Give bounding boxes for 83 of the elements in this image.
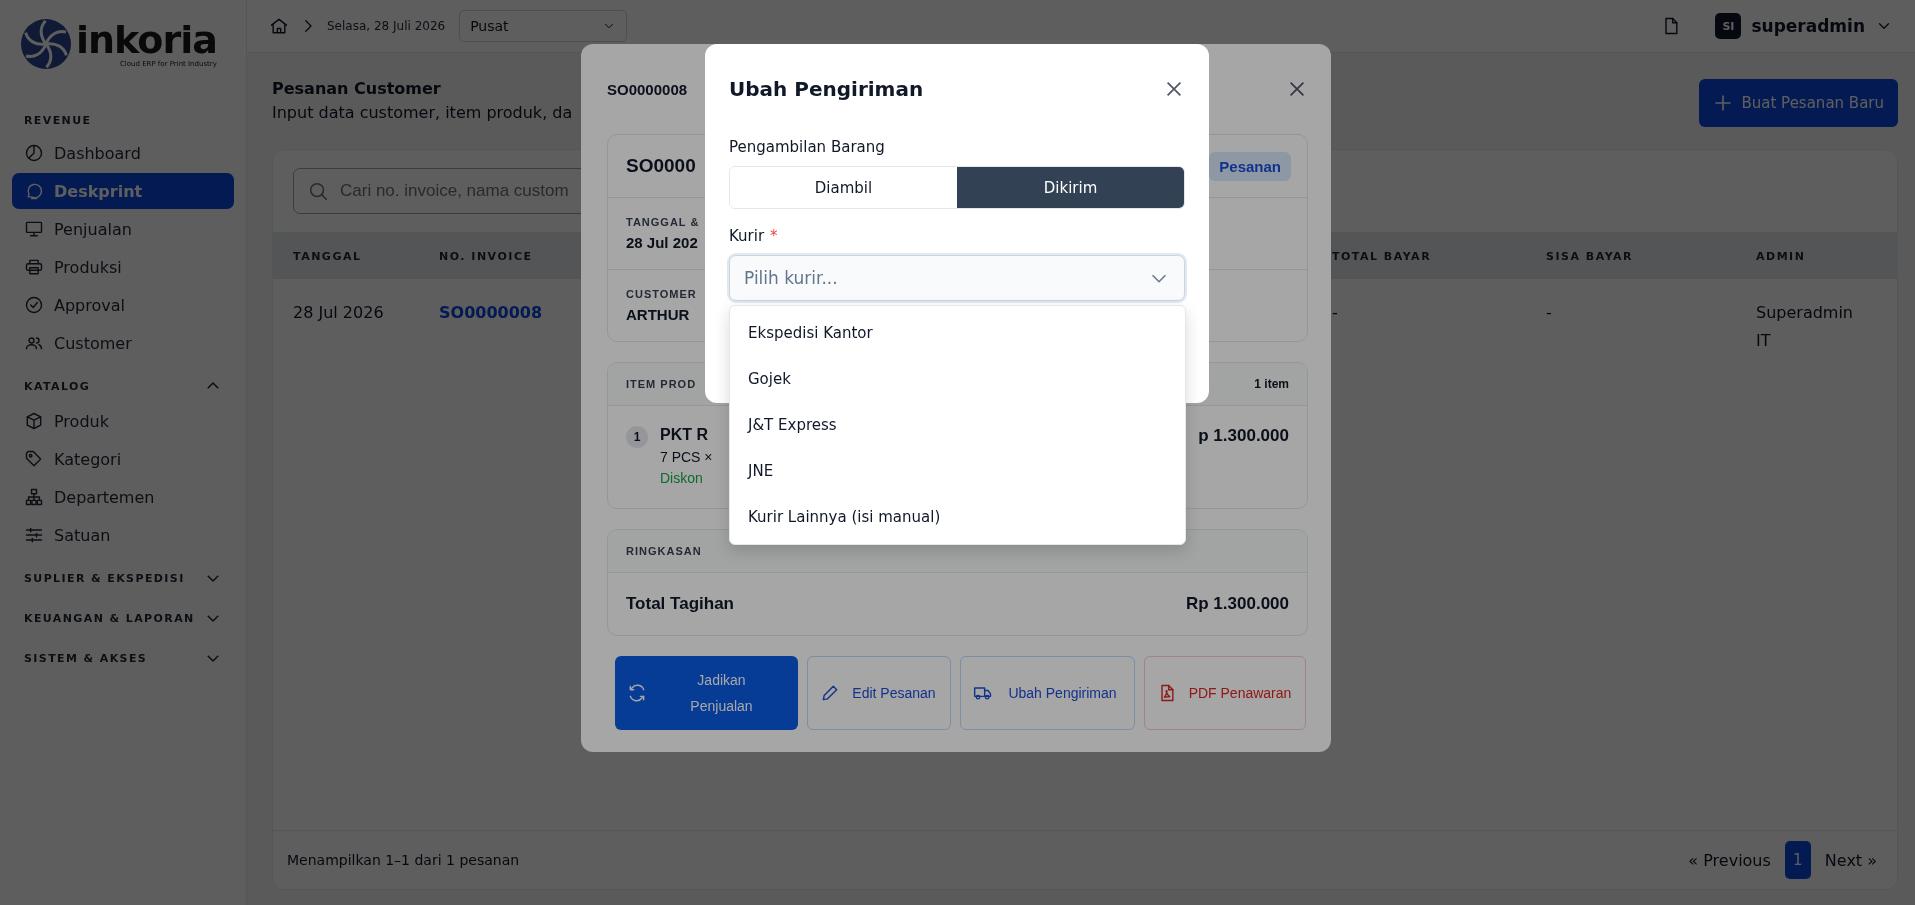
date-text: Selasa, 28 Juli 2026 [327,19,446,33]
table-cell-text: - [1546,302,1552,324]
item-discount: Diskon [660,470,703,486]
sidebar-item[interactable]: Produk [12,403,234,439]
field-label: CUSTOMER [626,288,697,300]
username[interactable]: superadmin [1751,16,1865,36]
table-cell-text: 28 Jul 2026 [293,302,384,324]
home-icon [269,16,289,36]
item-quantity: 7 PCS × [660,449,713,465]
section-heading: KEUANGAN & LAPORAN [24,611,195,625]
section-heading: SUPLIER & EKSPEDISI [24,571,185,585]
cube-icon [24,411,44,431]
pagination-summary: Menampilkan 1–1 dari 1 pesanan [287,852,520,868]
sidebar-item[interactable]: Dashboard [12,135,234,171]
logo-wordmark: inkoria [76,20,217,59]
sidebar-item[interactable]: Satuan [12,517,234,553]
sidebar-item[interactable]: Approval [12,287,234,323]
field-value: ARTHUR [626,306,690,323]
status-badge: Pesanan [1209,151,1291,181]
courier-option[interactable]: Kurir Lainnya (isi manual) [730,494,1185,540]
sidebar-item[interactable]: Deskprint [12,173,234,209]
invoice-link[interactable]: SO0000008 [439,299,543,327]
hierarchy-icon [24,487,44,507]
action-button[interactable]: Jadikan Penjualan [615,656,798,730]
section-heading: SISTEM & AKSES [24,651,148,665]
dialog-title: Ubah Pengiriman [729,77,924,101]
action-button[interactable]: PDF Penawaran [1144,656,1306,730]
section-label: ITEM PROD [626,378,697,390]
courier-option[interactable]: JNE [730,448,1185,494]
sidebar-item[interactable]: Kategori [12,441,234,477]
sidebar-item[interactable]: Customer [12,325,234,361]
item-number: 1 [626,426,648,448]
item-price: p 1.300.000 [1198,426,1289,446]
tag-icon [24,449,44,469]
table-cell-text: - [1332,302,1338,324]
dialog-title: SO0000008 [607,80,688,98]
branch-select[interactable]: Pusat [459,10,628,42]
courier-select[interactable]: Pilih kurir... [729,255,1185,301]
total-label: Total Tagihan [626,594,734,614]
total-value: Rp 1.300.000 [1186,594,1289,614]
previous-link[interactable]: « Previous [1688,850,1771,870]
page-number[interactable]: 1 [1784,841,1811,879]
field-value: 28 Jul 202 [626,234,698,251]
printer-icon [24,257,44,277]
next-link[interactable]: Next » [1824,850,1877,870]
action-button[interactable]: Ubah Pengiriman [960,656,1135,730]
column-header: NO. INVOICE [439,249,533,263]
field-label: Pengambilan Barang [729,138,885,156]
user-avatar[interactable]: SI [1715,13,1742,39]
required-mark: * [770,227,778,245]
page-subtitle: Input data customer, item produk, da [272,103,573,122]
page-title: Pesanan Customer [272,79,442,98]
chat-bubble-icon [24,181,44,201]
monitor-icon [24,219,44,239]
item-count: 1 item [1254,377,1289,391]
section-label: RINGKASAN [626,545,702,557]
search-icon [307,180,329,202]
courier-option[interactable]: J&T Express [730,402,1185,448]
pencil-icon [820,683,840,703]
new-order-button[interactable]: Buat Pesanan Baru [1699,79,1898,127]
column-header: TANGGAL [293,249,362,263]
logo-swirl-icon [20,18,72,70]
column-header: ADMIN [1756,249,1806,263]
field-label: Kurir [729,227,765,245]
section-heading: KATALOG [24,379,91,393]
sidebar-item[interactable]: Penjualan [12,211,234,247]
section-heading: REVENUE [24,114,92,127]
courier-option[interactable]: Gojek [730,356,1185,402]
item-name: PKT R [660,426,708,444]
refresh-icon [627,683,647,703]
action-button[interactable]: Edit Pesanan [807,656,951,730]
sliders-icon [24,525,44,545]
column-header: SISA BAYAR [1546,249,1634,263]
pie-chart-icon [24,143,44,163]
field-label: TANGGAL & [626,216,700,228]
check-circle-icon [24,295,44,315]
table-cell-text: Superadmin IT [1756,302,1854,352]
column-header: TOTAL BAYAR [1332,249,1432,263]
sidebar-item[interactable]: Produksi [12,249,234,285]
sidebar-item[interactable]: Departemen [12,479,234,515]
plus-icon [1713,93,1734,113]
courier-option[interactable]: Ekspedisi Kantor [730,310,1185,356]
segment-button[interactable]: Dikirim [957,167,1184,208]
